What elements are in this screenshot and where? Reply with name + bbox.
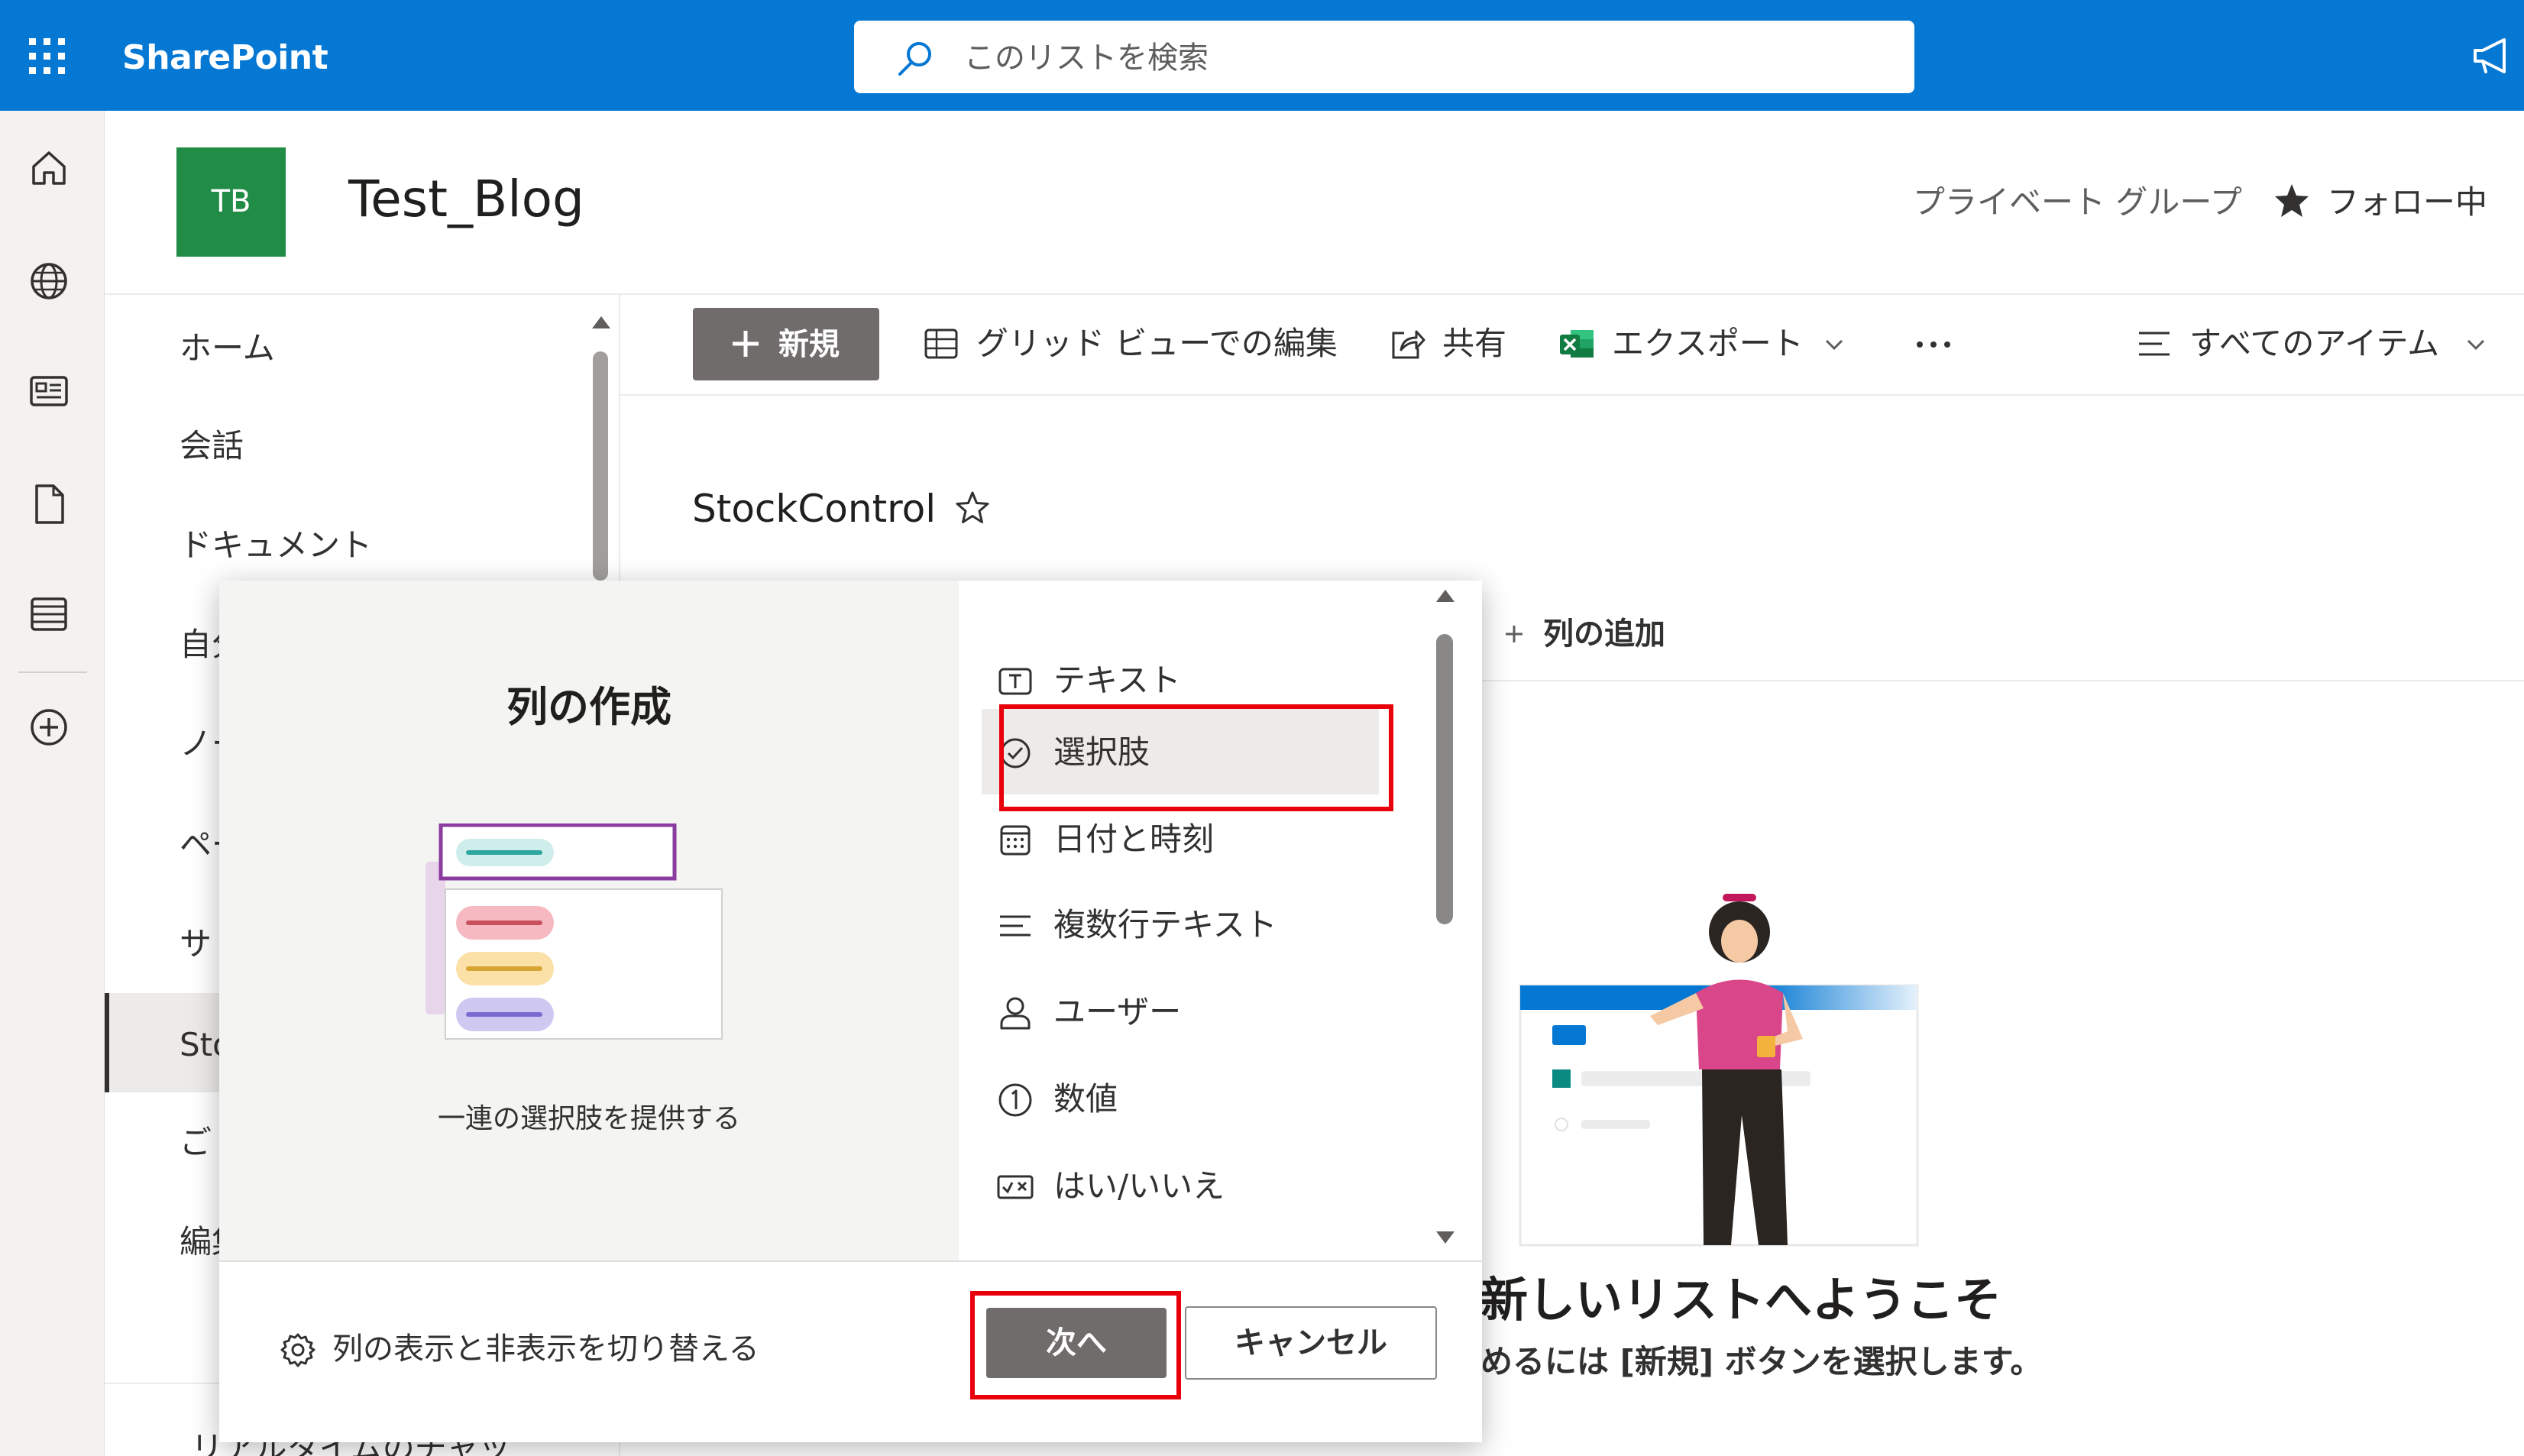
type-number-label: 数値 [1053, 1080, 1118, 1118]
choice-highlight-box [999, 704, 1393, 811]
nav-scroll-up-arrow-icon[interactable] [590, 313, 613, 332]
list-title: StockControl [692, 487, 937, 531]
search-placeholder: このリストを検索 [964, 40, 1209, 76]
share-label: 共有 [1442, 325, 1507, 362]
types-scroll-up-arrow-icon[interactable] [1434, 587, 1457, 605]
calendar-icon [997, 822, 1034, 859]
dialog-footer-divider [219, 1260, 1482, 1262]
person-icon [997, 995, 1034, 1031]
type-multiline-text[interactable]: 複数行テキスト [997, 888, 1394, 961]
site-logo[interactable]: TB [176, 147, 286, 257]
nav-item-7[interactable]: サ [180, 923, 212, 966]
new-button-label: 新規 [778, 327, 840, 362]
type-number[interactable]: 数値 [997, 1062, 1394, 1135]
home-icon[interactable] [28, 147, 70, 189]
favorite-star-icon[interactable] [953, 489, 992, 527]
view-chevron-down-icon [2464, 333, 2487, 356]
app-rail [0, 111, 105, 1456]
type-multiline-label: 複数行テキスト [1053, 906, 1277, 943]
nav-selected-indicator [105, 993, 109, 1092]
rail-divider [18, 671, 87, 673]
yes-no-icon [997, 1169, 1034, 1205]
share-icon [1389, 325, 1425, 362]
nav-scrollbar-thumb[interactable] [593, 351, 608, 581]
site-title[interactable]: Test_Blog [348, 165, 584, 234]
nav-item-home[interactable]: ホーム [180, 327, 275, 370]
welcome-illustration [1513, 886, 1940, 1253]
dialog-description: 一連の選択肢を提供する [437, 1103, 740, 1134]
type-datetime[interactable]: 日付と時刻 [997, 802, 1394, 875]
export-chevron-down-icon [1823, 333, 1846, 356]
type-datetime-label: 日付と時刻 [1053, 820, 1215, 858]
choice-preview-illustration [426, 823, 762, 1068]
number-icon [997, 1082, 1034, 1118]
nav-item-9[interactable]: ご [180, 1121, 212, 1164]
text-type-icon [997, 663, 1034, 700]
multiline-text-icon [997, 908, 1034, 944]
welcome-subtitle: めるには [新規] ボタンを選択します。 [1480, 1343, 2043, 1380]
add-column-label: 列の追加 [1543, 616, 1665, 652]
toggle-columns-label: 列の表示と非表示を切り替える [332, 1331, 759, 1367]
suite-bar: SharePoint このリストを検索 [0, 0, 2524, 111]
privacy-label: プライベート グループ [1913, 183, 2242, 221]
cancel-button[interactable]: キャンセル [1185, 1306, 1437, 1380]
add-column-plus-icon [1503, 623, 1525, 645]
type-user[interactable]: ユーザー [997, 975, 1394, 1048]
dialog-preview-pane: 列の作成 一連の選択肢を提供する [219, 581, 959, 1260]
nav-item-conversations[interactable]: 会話 [180, 425, 244, 468]
new-button[interactable]: 新規 [693, 308, 879, 380]
commandbar-divider [620, 394, 2524, 396]
follow-button[interactable]: フォロー中 [2327, 180, 2487, 225]
gear-icon [280, 1332, 316, 1367]
export-button[interactable]: エクスポート [1558, 319, 1856, 368]
view-label: すべてのアイテム [2189, 325, 2440, 362]
view-selector[interactable]: すべてのアイテム [2136, 319, 2495, 368]
feedback-megaphone-icon[interactable] [2471, 35, 2516, 78]
app-name[interactable]: SharePoint [122, 35, 328, 81]
welcome-title: 新しいリストへようこそ [1480, 1272, 2002, 1328]
site-logo-initials: TB [211, 184, 251, 219]
news-icon[interactable] [28, 370, 70, 413]
header-divider [105, 293, 2524, 295]
follow-star-icon[interactable] [2273, 182, 2311, 220]
types-scroll-down-arrow-icon[interactable] [1434, 1228, 1457, 1247]
excel-icon [1558, 325, 1595, 362]
nav-item-documents[interactable]: ドキュメント [180, 524, 372, 567]
view-lines-icon [2136, 325, 2173, 362]
document-icon[interactable] [28, 483, 70, 526]
type-yes-no-label: はい/いいえ [1053, 1167, 1225, 1205]
share-button[interactable]: 共有 [1389, 319, 1526, 368]
more-options-icon[interactable] [1914, 333, 1953, 356]
create-add-icon[interactable] [28, 706, 70, 749]
export-label: エクスポート [1612, 325, 1804, 362]
grid-edit-button[interactable]: グリッド ビューでの編集 [923, 319, 1351, 368]
grid-icon [923, 325, 959, 362]
search-box[interactable]: このリストを検索 [854, 21, 1914, 93]
types-scrollbar-thumb[interactable] [1436, 634, 1453, 924]
type-yes-no[interactable]: はい/いいえ [997, 1149, 1394, 1222]
search-icon [895, 39, 935, 79]
app-launcher-icon[interactable] [28, 37, 67, 76]
column-type-list: テキスト 選択肢 日付と時刻 複数行テキスト ユーザー 数値 はい/いいえ [959, 581, 1463, 1260]
type-text-label: テキスト [1053, 662, 1181, 699]
dialog-title: 列の作成 [506, 683, 671, 731]
type-user-label: ユーザー [1053, 993, 1182, 1031]
next-highlight-box [970, 1291, 1181, 1399]
lists-icon[interactable] [28, 593, 70, 636]
column-header-divider [1480, 680, 2524, 681]
grid-edit-label: グリッド ビューでの編集 [976, 325, 1338, 362]
plus-icon [726, 325, 765, 363]
globe-icon[interactable] [28, 260, 70, 303]
